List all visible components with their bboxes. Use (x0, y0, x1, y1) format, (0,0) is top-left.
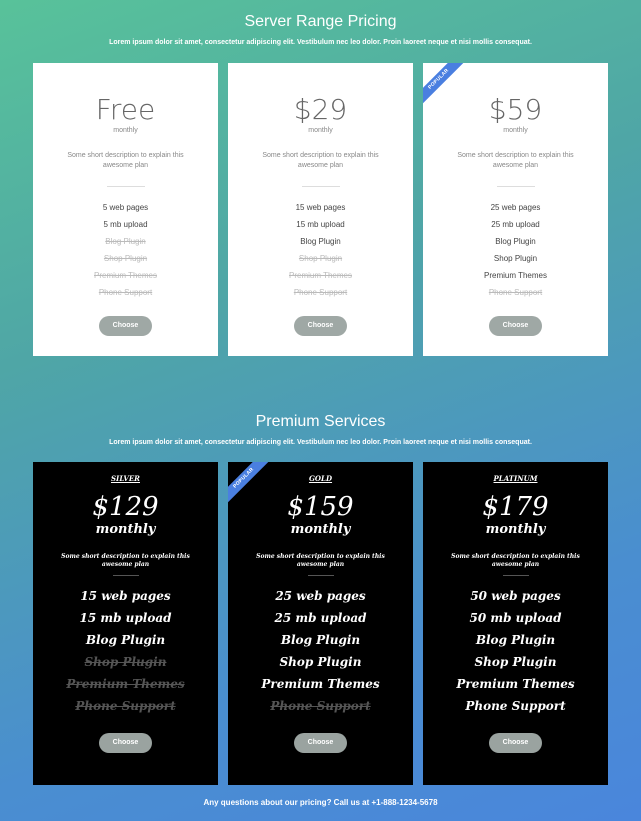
feature-item: Shop Plugin (474, 655, 557, 669)
choose-button[interactable]: Choose (294, 316, 347, 336)
feature-item: 50 web pages (470, 589, 561, 603)
section-subtitle: Lorem ipsum dolor sit amet, consectetur … (109, 39, 532, 46)
divider (502, 575, 529, 576)
feature-item-disabled: Blog Plugin (105, 237, 146, 246)
feature-item: 25 web pages (275, 589, 366, 603)
feature-item: 50 mb upload (469, 611, 562, 625)
feature-item-disabled: Shop Plugin (84, 655, 167, 669)
plan-card-free: Free monthly Some short description to e… (33, 63, 218, 356)
feature-item: Phone Support (465, 699, 566, 713)
plan-tier: PLATINUM (493, 474, 538, 483)
plan-description: Some short description to explain this a… (451, 553, 580, 568)
plan-price: $129 (92, 492, 159, 522)
feature-item-disabled: Shop Plugin (103, 254, 148, 263)
feature-item: 5 mb upload (103, 220, 148, 229)
plan-description: Some short description to explain this a… (262, 152, 379, 169)
choose-button[interactable]: Choose (489, 733, 542, 753)
plan-card-platinum: PLATINUM $179 monthly Some short descrip… (423, 462, 608, 785)
plan-price: Free (95, 93, 156, 126)
feature-item-disabled: Premium Themes (66, 677, 185, 691)
feature-item-disabled: Phone Support (75, 699, 176, 713)
plan-card-29: $29 monthly Some short description to ex… (228, 63, 413, 356)
plan-period: monthly (308, 127, 333, 134)
plan-description: Some short description to explain this a… (61, 553, 190, 568)
plan-tier: GOLD (308, 474, 333, 483)
feature-item: 15 mb upload (296, 220, 345, 229)
plan-period: monthly (290, 522, 351, 537)
choose-button[interactable]: Choose (294, 733, 347, 753)
plan-period: monthly (113, 127, 138, 134)
feature-item: Premium Themes (484, 271, 547, 280)
feature-item: 25 mb upload (274, 611, 367, 625)
divider (106, 186, 145, 187)
choose-button[interactable]: Choose (99, 733, 152, 753)
plan-price: $59 (488, 93, 543, 126)
feature-item-disabled: Phone Support (98, 288, 153, 297)
plan-price: $159 (287, 492, 354, 522)
divider (496, 186, 535, 187)
divider (307, 575, 334, 576)
feature-item: Blog Plugin (85, 633, 166, 647)
feature-item: 15 mb upload (79, 611, 172, 625)
choose-button[interactable]: Choose (489, 316, 542, 336)
plan-description: Some short description to explain this a… (67, 152, 184, 169)
feature-item-disabled: Phone Support (293, 288, 348, 297)
plan-period: monthly (95, 522, 156, 537)
plan-price: $29 (293, 93, 348, 126)
choose-button[interactable]: Choose (99, 316, 152, 336)
plan-card-silver: SILVER $129 monthly Some short descripti… (33, 462, 218, 785)
footer-contact: Any questions about our pricing? Call us… (203, 798, 438, 807)
plan-card-59: POPULAR $59 monthly Some short descripti… (423, 63, 608, 356)
feature-item: 5 web pages (102, 203, 149, 212)
divider (112, 575, 139, 576)
feature-item: Blog Plugin (475, 633, 556, 647)
feature-item-disabled: Shop Plugin (298, 254, 343, 263)
feature-item-disabled: Premium Themes (289, 271, 352, 280)
plan-description: Some short description to explain this a… (457, 152, 574, 169)
divider (301, 186, 340, 187)
feature-item: Blog Plugin (300, 237, 341, 246)
plan-price: $179 (482, 492, 549, 522)
plan-description: Some short description to explain this a… (256, 553, 385, 568)
plan-period: monthly (503, 127, 528, 134)
feature-item: Blog Plugin (280, 633, 361, 647)
feature-item: 25 web pages (490, 203, 541, 212)
plan-tier: SILVER (110, 474, 140, 483)
plan-period: monthly (485, 522, 546, 537)
feature-item: 25 mb upload (491, 220, 540, 229)
feature-item: Premium Themes (261, 677, 380, 691)
feature-item: Shop Plugin (493, 254, 538, 263)
feature-item: Premium Themes (456, 677, 575, 691)
feature-item: Shop Plugin (279, 655, 362, 669)
feature-item-disabled: Premium Themes (94, 271, 157, 280)
feature-item-disabled: Phone Support (488, 288, 543, 297)
feature-item: 15 web pages (80, 589, 171, 603)
feature-item: Blog Plugin (495, 237, 536, 246)
feature-item-disabled: Phone Support (270, 699, 371, 713)
section-title: Server Range Pricing (244, 13, 397, 30)
plan-card-gold: POPULAR GOLD $159 monthly Some short des… (228, 462, 413, 785)
feature-item: 15 web pages (295, 203, 346, 212)
section-title: Premium Services (255, 413, 386, 430)
section-subtitle: Lorem ipsum dolor sit amet, consectetur … (109, 439, 532, 446)
